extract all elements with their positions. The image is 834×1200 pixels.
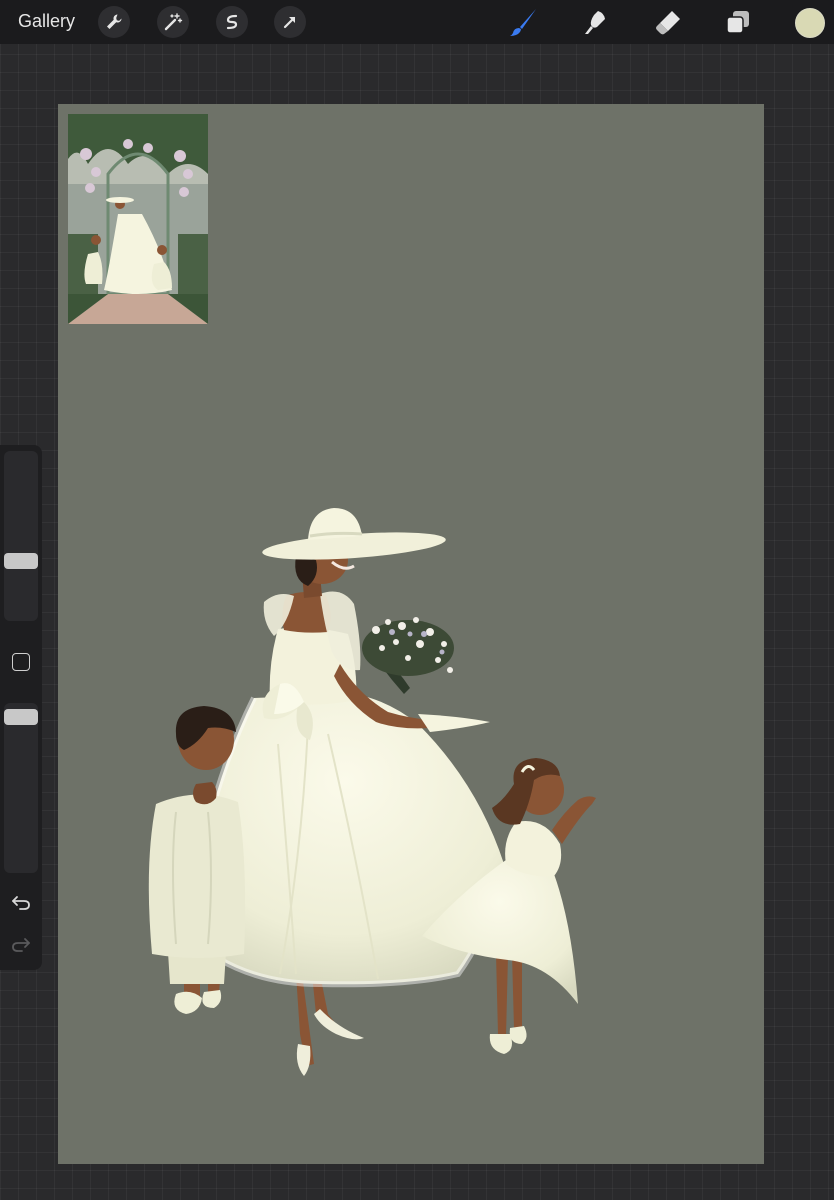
magic-wand-icon [164,13,183,31]
brush-size-slider[interactable] [4,451,38,621]
adjustments-button[interactable] [157,6,189,38]
brush-tool-button[interactable] [508,6,540,38]
brush-icon [510,9,536,36]
redo-icon [12,938,30,952]
smudge-icon [585,11,605,34]
side-toolbar [0,445,42,970]
layers-icon [726,11,749,34]
smudge-tool-button[interactable] [580,6,612,38]
redo-button[interactable] [9,935,33,955]
eraser-icon [656,11,680,35]
bride-figure [182,508,507,1076]
opacity-thumb[interactable] [4,709,38,725]
layers-button[interactable] [722,6,754,38]
transform-button[interactable] [274,6,306,38]
reference-thumbnail-illustration [68,114,208,324]
selection-button[interactable] [216,6,248,38]
modify-square-icon[interactable] [12,653,30,671]
wrench-icon [107,14,122,29]
undo-button[interactable] [9,893,33,913]
eraser-tool-button[interactable] [652,6,684,38]
top-toolbar: Gallery [0,0,834,44]
opacity-slider[interactable] [4,703,38,873]
brush-size-thumb[interactable] [4,553,38,569]
selection-icon [226,14,238,30]
gallery-button[interactable]: Gallery [18,11,75,32]
actions-button[interactable] [98,6,130,38]
undo-icon [12,896,30,910]
reference-image[interactable] [68,114,208,324]
color-picker-button[interactable] [795,8,825,38]
transform-arrow-icon [283,16,296,29]
bouquet [362,617,454,694]
